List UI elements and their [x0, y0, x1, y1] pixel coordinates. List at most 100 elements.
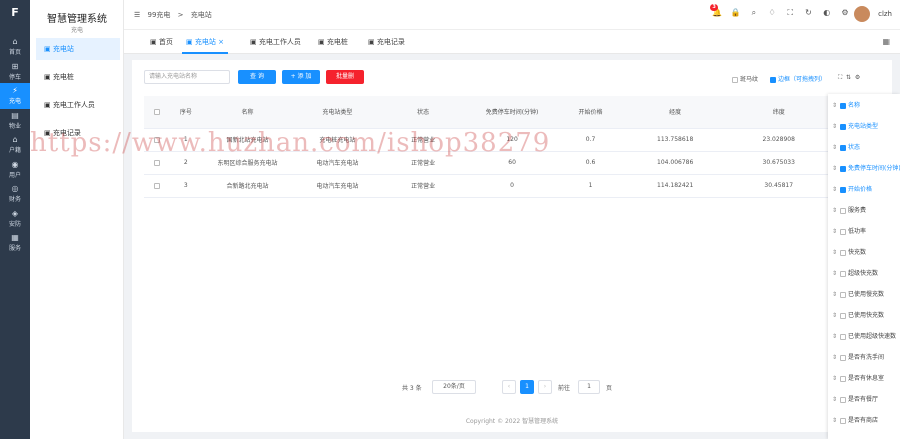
submenu-item-0[interactable]: ▣ 充电站 — [36, 38, 120, 60]
drag-handle-icon[interactable]: ⇕ — [832, 123, 837, 130]
tab-0[interactable]: ▣ 首页 — [146, 30, 177, 54]
table-row[interactable]: 1 国新北站充电站 充电桩充电站 正常营业 120 0.7 113.758618 23.028… — [144, 128, 830, 152]
drag-handle-icon[interactable]: ⇕ — [832, 207, 837, 214]
tab-3[interactable]: ▣ 充电桩 — [314, 30, 352, 54]
column-toggle-item[interactable]: ⇕ 是否有商店 — [832, 415, 878, 424]
column-toggle-item[interactable]: ⇕ 服务费 — [832, 205, 866, 214]
close-icon[interactable]: × — [218, 38, 224, 46]
drag-handle-icon[interactable]: ⇕ — [832, 270, 837, 277]
batch-delete-button[interactable]: 批量删 — [326, 70, 364, 84]
drag-handle-icon[interactable]: ⇕ — [832, 165, 837, 172]
column-header[interactable]: 纬度 — [727, 96, 830, 129]
column-header[interactable]: 序号 — [171, 96, 201, 129]
column-toggle-item[interactable]: ⇕ 状态 — [832, 142, 860, 151]
drag-handle-icon[interactable]: ⇕ — [832, 312, 837, 319]
menu-toggle-icon[interactable]: ☰ — [134, 11, 140, 19]
column-header[interactable]: 开始价格 — [558, 96, 623, 129]
tab-2[interactable]: ▣ 充电工作人员 — [246, 30, 305, 54]
breadcrumb-item[interactable]: 99充电 — [148, 11, 171, 19]
theme-icon[interactable]: ◐ — [822, 8, 832, 17]
submenu-item-1[interactable]: ▣ 充电桩 — [36, 66, 120, 88]
drag-handle-icon[interactable]: ⇕ — [832, 186, 837, 193]
prev-page-button[interactable]: ‹ — [502, 380, 516, 394]
column-header[interactable]: 名称 — [200, 96, 295, 129]
column-header[interactable]: 状态 — [380, 96, 467, 129]
bell-icon[interactable]: ♢ — [767, 8, 777, 17]
user-name[interactable]: clzh — [878, 10, 892, 18]
column-header[interactable]: 经度 — [622, 96, 728, 129]
checkbox-icon — [840, 312, 847, 319]
column-toggle-item[interactable]: ⇕ 是否有餐厅 — [832, 394, 878, 403]
border-toggle[interactable]: 边框（可拖拽列） — [770, 74, 826, 83]
table-row[interactable]: 3 合新路北充电站 电动汽车充电站 正常营业 0 1 114.182421 30.45817 — [144, 174, 830, 198]
drag-handle-icon[interactable]: ⇕ — [832, 333, 837, 340]
search-input[interactable]: 请输入充电站名称 — [144, 70, 230, 84]
striped-toggle[interactable]: 斑马纹 — [732, 74, 758, 83]
page-number-current[interactable]: 1 — [520, 380, 534, 394]
tab-4[interactable]: ▣ 充电记录 — [364, 30, 409, 54]
column-settings-icon[interactable]: ⚙ — [855, 74, 860, 81]
row-select-cell[interactable] — [144, 151, 172, 175]
table-row[interactable]: 2 东明区综合服务充电站 电动汽车充电站 正常营业 60 0.6 104.006786 30.… — [144, 151, 830, 175]
next-page-button[interactable]: › — [538, 380, 552, 394]
drag-handle-icon[interactable]: ⇕ — [832, 291, 837, 298]
drag-handle-icon[interactable]: ⇕ — [832, 375, 837, 382]
rail-item-3[interactable]: ▤ 物业 — [0, 108, 30, 134]
drag-handle-icon[interactable]: ⇕ — [832, 396, 837, 403]
column-toggle-item[interactable]: ⇕ 超级快充数 — [832, 268, 878, 277]
column-header[interactable]: 充电站类型 — [294, 96, 381, 129]
rail-item-5[interactable]: ◉ 用户 — [0, 157, 30, 183]
settings-icon[interactable]: ⚙ — [840, 8, 850, 17]
column-toggle-item[interactable]: ⇕ 已使用慢充数 — [832, 289, 884, 298]
rail-item-1[interactable]: ⊞ 停车 — [0, 59, 30, 85]
drag-handle-icon[interactable]: ⇕ — [832, 102, 837, 109]
density-icon[interactable]: ⇅ — [846, 74, 851, 81]
drag-handle-icon[interactable]: ⇕ — [832, 228, 837, 235]
notification-badge: 3 — [710, 4, 718, 11]
drag-handle-icon[interactable]: ⇕ — [832, 417, 837, 424]
column-toggle-item[interactable]: ⇕ 充电站类型 — [832, 121, 878, 130]
column-settings-panel: ⇕ 名称 ⇕ 充电站类型 ⇕ 状态 ⇕ 免费停车时间(分钟) ⇕ 开始价格 ⇕ 服务费 ⇕ 低功率 ⇕ 快充数… — [828, 94, 900, 439]
table-cell: 电动汽车充电站 — [294, 151, 381, 175]
rail-item-0[interactable]: ⌂ 首页 — [0, 34, 30, 60]
drag-handle-icon[interactable]: ⇕ — [832, 144, 837, 151]
column-toggle-item[interactable]: ⇕ 低功率 — [832, 226, 866, 235]
row-select-cell[interactable] — [144, 128, 172, 152]
refresh-icon[interactable]: ↻ — [804, 8, 814, 17]
column-toggle-label: 免费停车时间(分钟) — [848, 165, 900, 172]
add-button[interactable]: + 添 加 — [282, 70, 320, 84]
select-all-cell[interactable] — [144, 96, 172, 129]
rail-item-label: 首页 — [8, 49, 21, 56]
grid-icon[interactable]: ▦ — [882, 37, 890, 46]
column-toggle-label: 是否有休息室 — [848, 375, 885, 382]
row-select-cell[interactable] — [144, 174, 172, 198]
rail-item-6[interactable]: ◎ 财务 — [0, 181, 30, 207]
rail-item-8[interactable]: ▦ 服务 — [0, 230, 30, 256]
column-toggle-item[interactable]: ⇕ 快充数 — [832, 247, 866, 256]
tab-1[interactable]: ▣ 充电站 × — [182, 30, 228, 54]
column-toggle-item[interactable]: ⇕ 名称 — [832, 100, 860, 109]
column-toggle-item[interactable]: ⇕ 是否有休息室 — [832, 373, 884, 382]
lock-icon[interactable]: 🔒 — [731, 8, 741, 17]
rail-item-7[interactable]: ◈ 安防 — [0, 206, 30, 232]
search-icon[interactable]: ⌕ — [749, 8, 759, 18]
column-toggle-item[interactable]: ⇕ 是否有洗手间 — [832, 352, 884, 361]
column-toggle-item[interactable]: ⇕ 免费停车时间(分钟) — [832, 163, 900, 172]
column-toggle-item[interactable]: ⇕ 已使用快充数 — [832, 310, 884, 319]
submenu-item-2[interactable]: ▣ 充电工作人员 — [36, 94, 120, 116]
page-size-select[interactable]: 20条/页 — [432, 380, 476, 394]
column-toggle-item[interactable]: ⇕ 已使用超级快速数 — [832, 331, 896, 340]
submenu-item-3[interactable]: ▣ 充电记录 — [36, 122, 120, 144]
goto-input[interactable]: 1 — [578, 380, 600, 394]
column-header[interactable]: 免费停车时间(分钟) — [466, 96, 559, 129]
rail-item-4[interactable]: ⌂ 户籍 — [0, 132, 30, 158]
rail-item-2[interactable]: ⚡ 充电 — [0, 83, 30, 109]
fullscreen-icon[interactable]: ⛶ — [785, 8, 795, 18]
fullscreen-icon[interactable]: ⛶ — [838, 74, 842, 81]
query-button[interactable]: 查 询 — [238, 70, 276, 84]
notification-icon[interactable]: 🔔 3 — [710, 4, 722, 17]
drag-handle-icon[interactable]: ⇕ — [832, 354, 837, 361]
drag-handle-icon[interactable]: ⇕ — [832, 249, 837, 256]
avatar[interactable] — [854, 6, 870, 22]
column-toggle-item[interactable]: ⇕ 开始价格 — [832, 184, 872, 193]
